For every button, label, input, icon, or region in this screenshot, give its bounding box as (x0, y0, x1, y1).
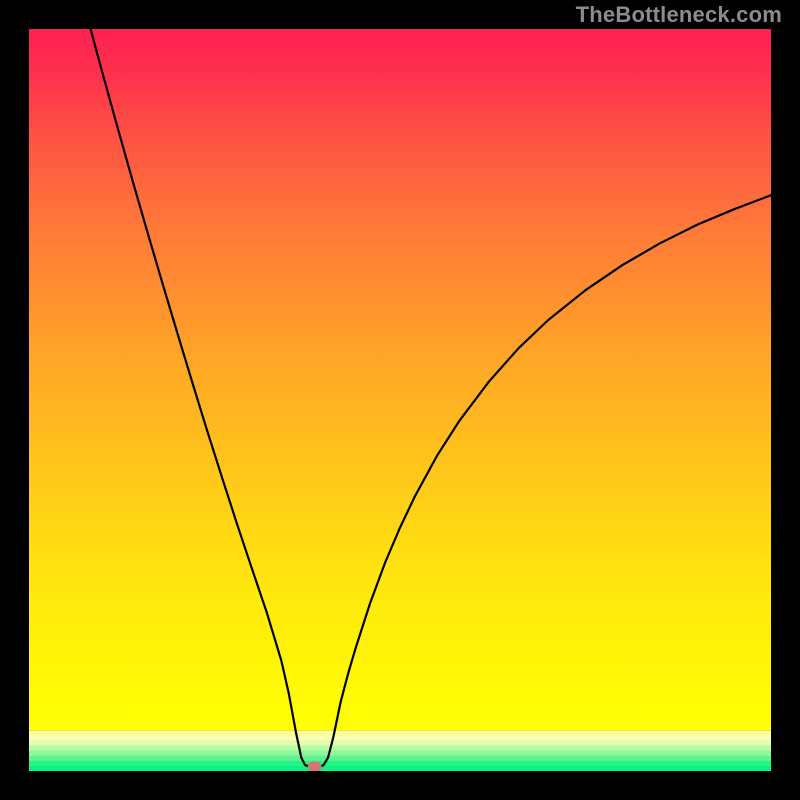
bottom-band-strip (29, 756, 771, 762)
minimum-marker (308, 762, 322, 771)
bottom-band-strip (29, 745, 771, 751)
bottom-band-strip (29, 766, 771, 771)
bottom-band-strip (29, 740, 771, 746)
watermark-text: TheBottleneck.com (576, 2, 782, 28)
bottom-band-strip (29, 761, 771, 767)
bottom-band-strip (29, 751, 771, 757)
bottom-band-strip (29, 735, 771, 741)
plot-area (29, 29, 771, 771)
chart-svg (29, 29, 771, 771)
frame: TheBottleneck.com (0, 0, 800, 800)
gradient-background (29, 29, 771, 730)
bottom-band-strip (29, 730, 771, 736)
